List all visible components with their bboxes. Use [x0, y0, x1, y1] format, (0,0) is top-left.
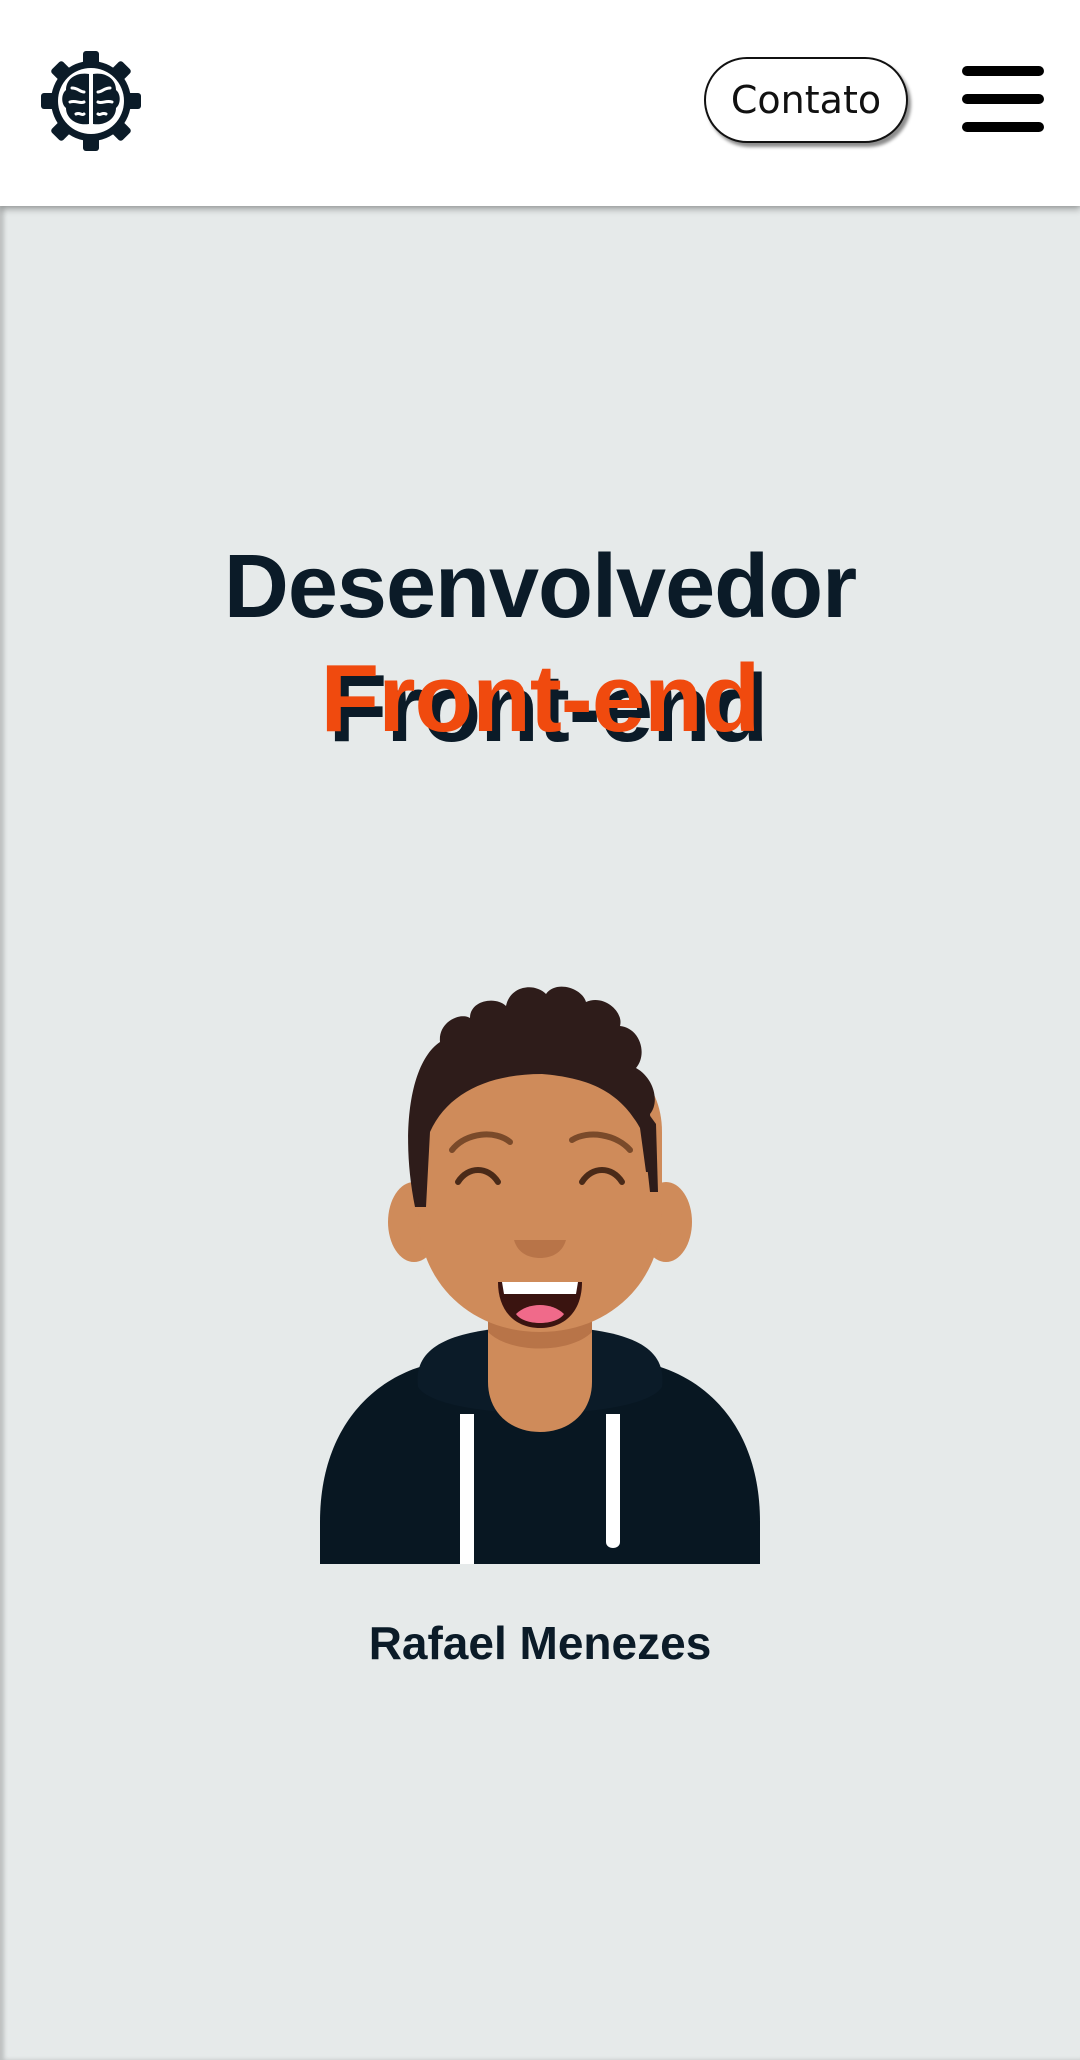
avatar-illustration-icon — [320, 982, 760, 1564]
hero-title-line2: Front-end — [320, 645, 761, 752]
person-name: Rafael Menezes — [368, 1617, 712, 1669]
hero-section: Desenvolvedor Front-end Rafael Menezes — [0, 206, 1080, 2060]
contact-button[interactable]: Contato — [704, 57, 908, 143]
site-header: Contato — [0, 0, 1080, 206]
hamburger-menu-icon[interactable] — [962, 64, 1044, 136]
brain-gear-logo-icon[interactable] — [36, 46, 146, 156]
hero-title-line1: Desenvolvedor — [223, 537, 857, 637]
